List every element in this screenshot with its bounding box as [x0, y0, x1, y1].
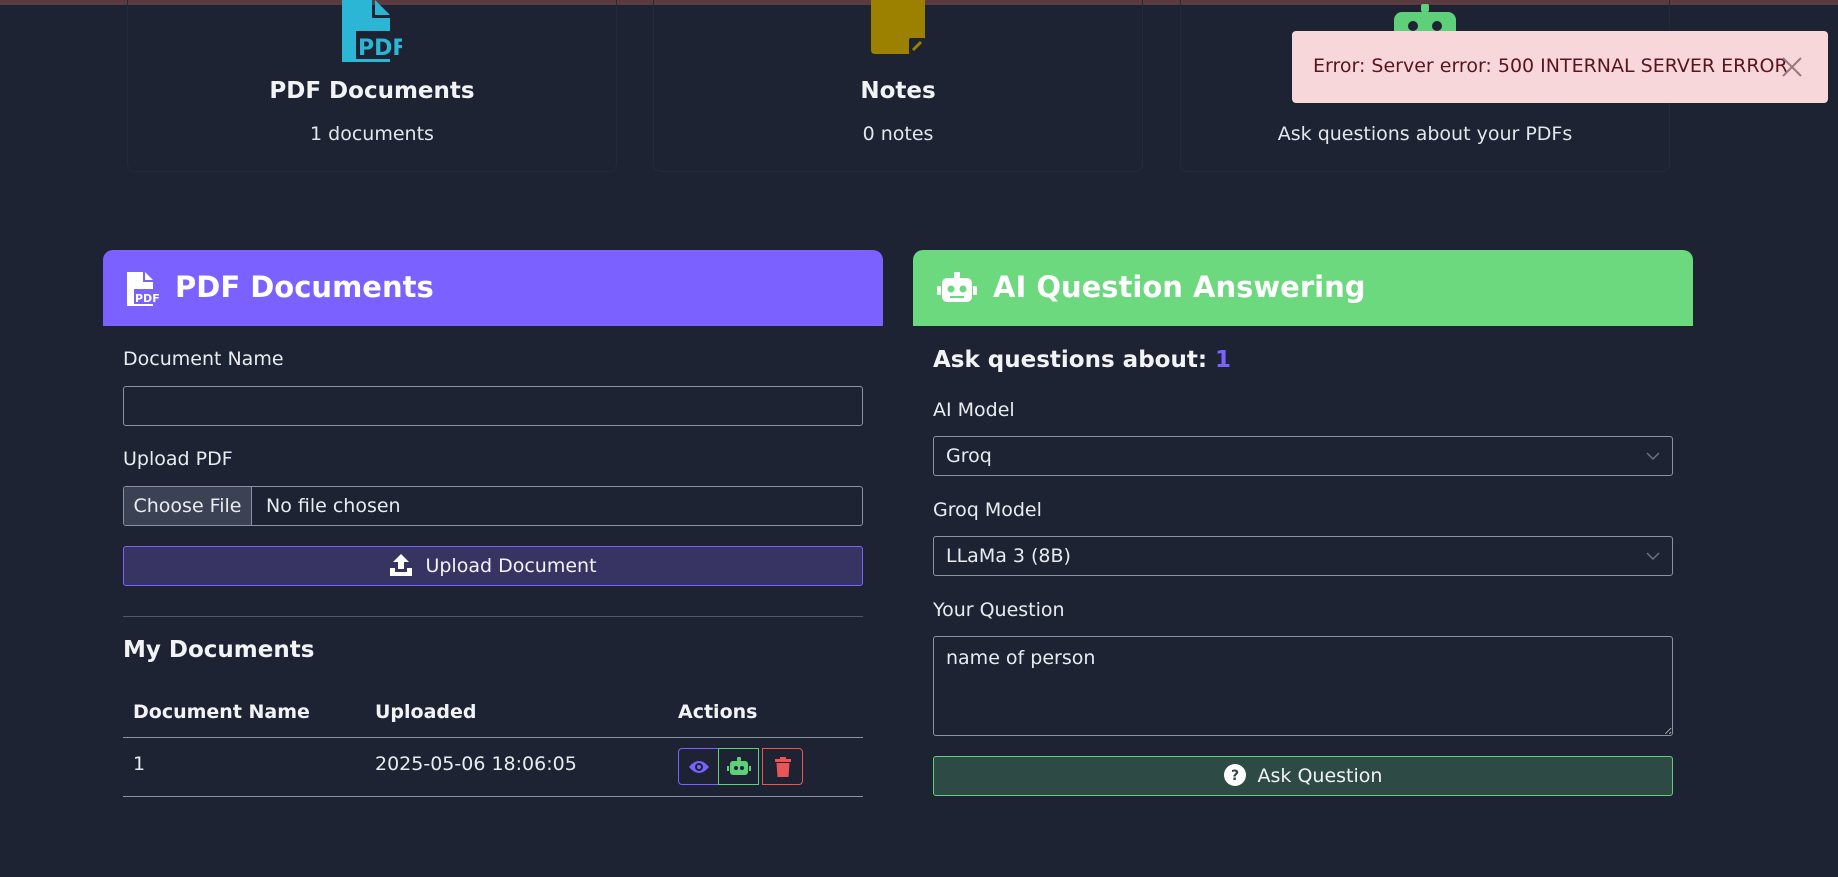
- upload-document-label: Upload Document: [425, 555, 597, 577]
- panel-title: AI Question Answering: [993, 270, 1366, 304]
- chevron-down-icon: [1646, 452, 1660, 461]
- groq-model-value: LLaMa 3 (8B): [946, 545, 1071, 567]
- upload-pdf-label: Upload PDF: [123, 448, 233, 470]
- ask-question-button[interactable]: ? Ask Question: [933, 756, 1673, 796]
- error-toast: Error: Server error: 500 INTERNAL SERVER…: [1292, 31, 1828, 103]
- stat-card-notes: Notes 0 notes: [653, 0, 1143, 172]
- stat-subtitle: 0 notes: [862, 123, 934, 145]
- document-name-cell: 1: [133, 753, 146, 775]
- upload-document-button[interactable]: Upload Document: [123, 546, 863, 586]
- stat-subtitle: Ask questions about your PDFs: [1277, 123, 1573, 145]
- pdf-file-icon: PDF: [127, 272, 159, 306]
- svg-text:?: ?: [1230, 768, 1238, 784]
- ai-model-value: Groq: [946, 445, 992, 467]
- trash-icon: [774, 756, 791, 777]
- robot-icon: [937, 272, 977, 302]
- ai-panel-header: AI Question Answering: [913, 250, 1693, 326]
- stat-title: PDF Documents: [269, 78, 475, 104]
- eye-icon: [688, 760, 709, 773]
- panel-title: PDF Documents: [175, 270, 434, 304]
- pdf-documents-panel: PDF PDF Documents Document Name Upload P…: [103, 250, 883, 810]
- toast-message: Error: Server error: 500 INTERNAL SERVER…: [1313, 55, 1788, 77]
- ai-model-label: AI Model: [933, 399, 1015, 421]
- upload-icon: [390, 553, 413, 576]
- ai-model-select[interactable]: Groq: [933, 436, 1673, 476]
- actions-cell: [678, 748, 803, 785]
- stat-card-pdf: PDF PDF Documents 1 documents: [127, 0, 617, 172]
- uploaded-cell: 2025-05-06 18:06:05: [375, 753, 577, 775]
- chevron-down-icon: [1646, 552, 1660, 561]
- question-circle-icon: ?: [1223, 763, 1246, 786]
- file-input[interactable]: Choose File No file chosen: [123, 486, 863, 526]
- groq-model-select[interactable]: LLaMa 3 (8B): [933, 536, 1673, 576]
- table-header-divider: [123, 737, 863, 738]
- close-icon[interactable]: [1778, 53, 1806, 81]
- column-header: Document Name: [133, 701, 310, 723]
- pdf-panel-header: PDF PDF Documents: [103, 250, 883, 326]
- column-header: Actions: [678, 701, 758, 723]
- divider: [123, 616, 863, 617]
- question-textarea[interactable]: name of person: [933, 636, 1673, 736]
- no-file-text: No file chosen: [266, 495, 401, 517]
- my-documents-title: My Documents: [123, 637, 315, 663]
- column-header: Uploaded: [375, 701, 477, 723]
- ask-about-prefix: Ask questions about:: [933, 347, 1208, 373]
- table-bottom-divider: [123, 796, 863, 797]
- svg-text:PDF: PDF: [358, 36, 402, 61]
- ask-ai-button[interactable]: [718, 748, 759, 785]
- document-name-label: Document Name: [123, 348, 284, 370]
- ask-question-label: Ask Question: [1257, 765, 1383, 787]
- document-name-input[interactable]: [123, 386, 863, 426]
- pdf-file-icon: PDF: [342, 0, 402, 62]
- delete-button[interactable]: [762, 748, 803, 785]
- ai-question-panel: AI Question Answering Ask questions abou…: [913, 250, 1693, 810]
- svg-text:PDF: PDF: [135, 292, 159, 305]
- stat-title: Notes: [860, 78, 936, 104]
- groq-model-label: Groq Model: [933, 499, 1042, 521]
- ask-about-heading: Ask questions about: 1: [933, 347, 1231, 373]
- ask-about-document: 1: [1215, 347, 1232, 373]
- stat-subtitle: 1 documents: [310, 123, 434, 145]
- note-icon: [871, 0, 925, 54]
- your-question-label: Your Question: [933, 599, 1065, 621]
- choose-file-button[interactable]: Choose File: [124, 487, 252, 525]
- robot-icon: [726, 756, 751, 775]
- view-button[interactable]: [678, 748, 719, 785]
